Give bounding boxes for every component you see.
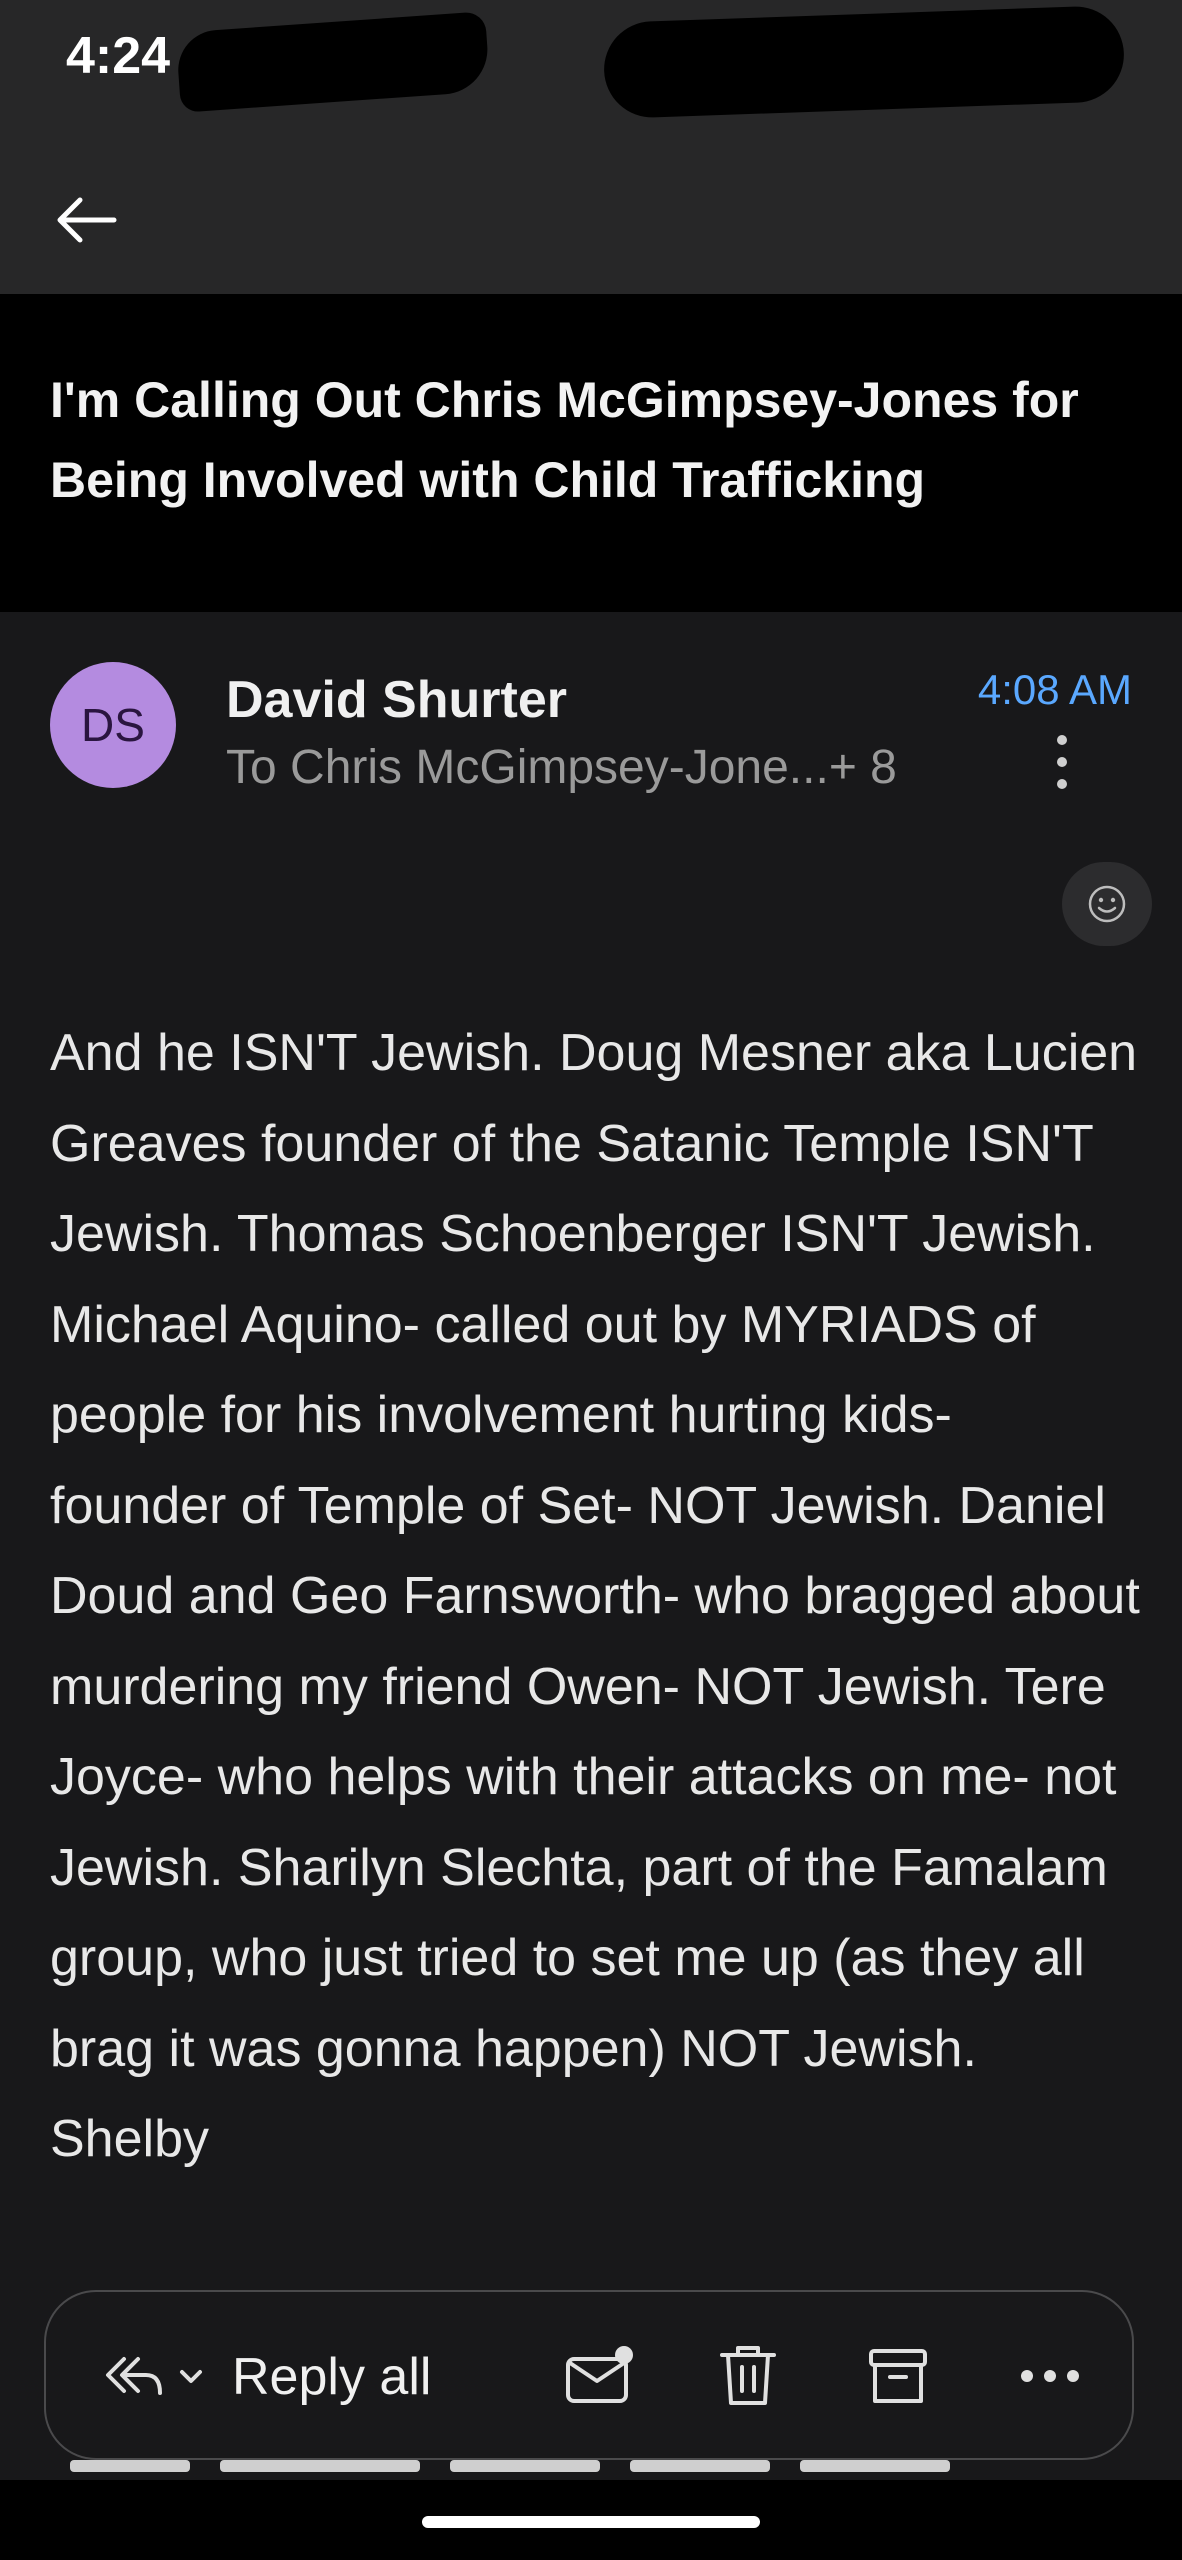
more-horizontal-icon (1021, 2370, 1079, 2382)
avatar[interactable]: DS (50, 662, 176, 788)
delete-button[interactable] (710, 2336, 786, 2416)
arrow-left-icon (57, 197, 117, 243)
chevron-down-icon[interactable] (174, 2360, 208, 2394)
home-indicator[interactable] (422, 2516, 760, 2528)
subject-header: I'm Calling Out Chris McGimpsey-Jones fo… (0, 294, 1182, 612)
mark-unread-icon (566, 2346, 633, 2403)
reply-all-icon (106, 2357, 162, 2395)
archive-icon (869, 2349, 927, 2403)
more-vertical-icon (1057, 735, 1067, 789)
reply-all-label: Reply all (232, 2348, 432, 2406)
redaction-mark (602, 4, 1126, 120)
email-body: And he ISN'T Jewish. Doug Mesner aka Luc… (50, 1024, 1140, 2168)
trash-icon (720, 2346, 776, 2405)
top-app-bar (0, 120, 1182, 294)
status-bar: 4:24 (0, 0, 1182, 120)
status-time: 4:24 (66, 27, 171, 85)
smiley-icon (1088, 885, 1126, 923)
more-actions-button[interactable] (1012, 2336, 1088, 2416)
mark-unread-button[interactable] (562, 2336, 638, 2416)
recipients-summary[interactable]: To Chris McGimpsey-Jone...+ 8 (226, 740, 897, 795)
reply-all-button[interactable]: Reply all (102, 2332, 431, 2422)
bottom-action-bar: Reply all (44, 2290, 1134, 2460)
body-text-overflow (50, 2460, 1140, 2480)
message-more-button[interactable] (1042, 732, 1082, 792)
email-subject: I'm Calling Out Chris McGimpsey-Jones fo… (50, 372, 1079, 508)
back-button[interactable] (48, 180, 128, 260)
sender-name[interactable]: David Shurter (226, 670, 567, 730)
redaction-mark (175, 11, 491, 113)
add-reaction-button[interactable] (1062, 862, 1152, 946)
message-time: 4:08 AM (977, 666, 1132, 713)
archive-button[interactable] (860, 2336, 936, 2416)
